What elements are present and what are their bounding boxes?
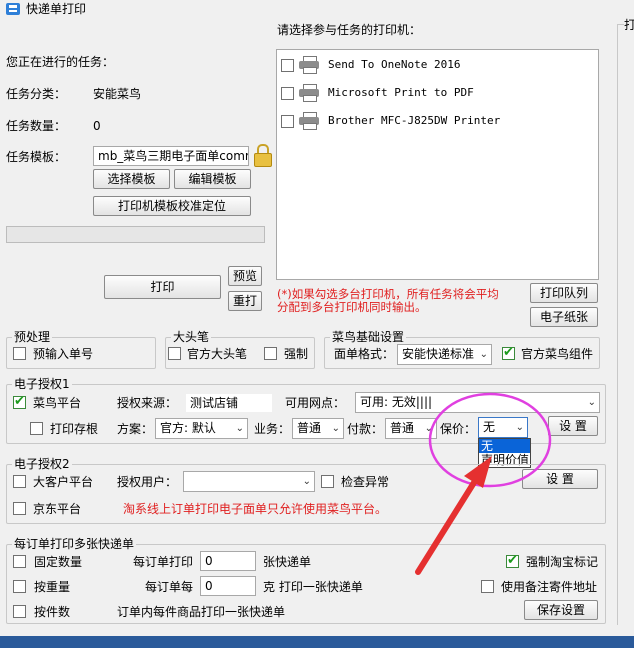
highlight-ellipse bbox=[428, 392, 552, 488]
annotation-arrow-shaft bbox=[415, 470, 483, 575]
taskbar-strip bbox=[0, 636, 634, 648]
annotation-overlay bbox=[415, 392, 552, 575]
